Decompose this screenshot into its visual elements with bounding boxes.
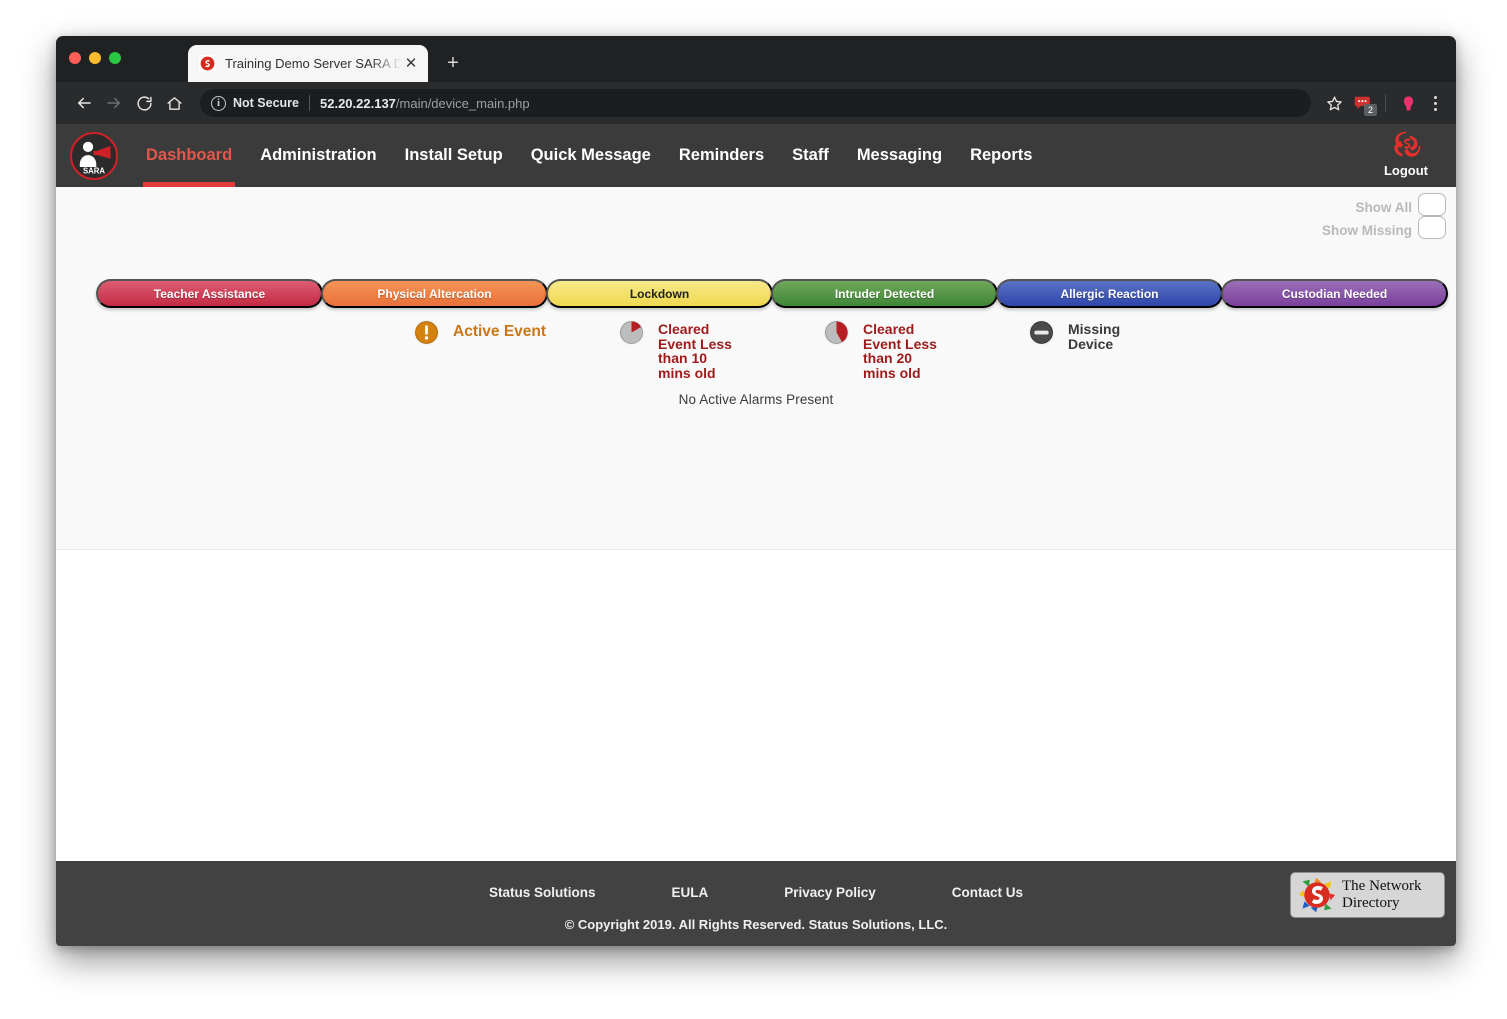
url-path: /main/device_main.php	[395, 95, 530, 111]
filter-checkboxes	[1418, 193, 1446, 239]
browser-tab-title: Training Demo Server SARA Da	[225, 56, 402, 71]
alarm-button-lockdown[interactable]: Lockdown	[546, 279, 773, 308]
alarm-button-intruder-detected[interactable]: Intruder Detected	[771, 279, 998, 308]
footer-links: Status Solutions EULA Privacy Policy Con…	[489, 885, 1023, 900]
home-icon[interactable]	[160, 89, 188, 117]
maximize-window-button[interactable]	[109, 52, 121, 64]
cleared-under-20-min-icon	[823, 319, 850, 346]
legend-label-missing-device: Missing Device	[1068, 321, 1121, 352]
browser-tab[interactable]: Training Demo Server SARA Da ✕	[188, 45, 428, 82]
status-solutions-swirl-icon	[1394, 131, 1421, 157]
show-missing-label: Show Missing	[1321, 223, 1412, 238]
legend-item-missing-device: Missing Device	[1028, 319, 1120, 351]
page-content: SARA Dashboard Administration Install Se…	[56, 124, 1456, 946]
reload-icon[interactable]	[130, 89, 158, 117]
extension-badge-count: 2	[1364, 104, 1377, 116]
sara-swirl-icon	[199, 55, 216, 72]
empty-content-area	[56, 550, 1456, 861]
alarm-button-teacher-assistance[interactable]: Teacher Assistance	[96, 279, 323, 308]
footer-link-status-solutions[interactable]: Status Solutions	[489, 885, 596, 900]
legend-item-cleared-20: Cleared Event Less than 20 mins old	[823, 319, 937, 380]
footer-link-privacy-policy[interactable]: Privacy Policy	[784, 885, 876, 900]
footer-link-eula[interactable]: EULA	[671, 885, 708, 900]
show-all-checkbox[interactable]	[1418, 193, 1446, 216]
page-footer: Status Solutions EULA Privacy Policy Con…	[56, 861, 1456, 946]
address-bar[interactable]: i Not Secure 52.20.22.137/main/device_ma…	[200, 89, 1311, 117]
svg-text:SARA: SARA	[83, 166, 105, 175]
copyright-text: © Copyright 2019. All Rights Reserved. S…	[564, 917, 948, 932]
footer-link-contact-us[interactable]: Contact Us	[952, 885, 1023, 900]
filter-controls: Show All Show Missing	[1322, 193, 1446, 242]
alarm-button-row: Teacher Assistance Physical Altercation …	[96, 279, 1448, 308]
legend-item-cleared-10: Cleared Event Less than 10 mins old	[618, 319, 732, 380]
nav-item-reminders[interactable]: Reminders	[665, 124, 778, 187]
browser-toolbar: i Not Secure 52.20.22.137/main/device_ma…	[56, 82, 1456, 124]
alarm-button-allergic-reaction[interactable]: Allergic Reaction	[996, 279, 1223, 308]
toolbar-divider	[1385, 94, 1386, 112]
nav-item-administration[interactable]: Administration	[246, 124, 390, 187]
alarm-button-physical-altercation[interactable]: Physical Altercation	[321, 279, 548, 308]
browser-tab-strip: Training Demo Server SARA Da ✕ +	[56, 36, 1456, 82]
legend-label-cleared-20: Cleared Event Less than 20 mins old	[863, 321, 937, 381]
kebab-menu-icon[interactable]	[1424, 90, 1446, 116]
nav-item-install-setup[interactable]: Install Setup	[391, 124, 517, 187]
forward-arrow-icon	[100, 89, 128, 117]
logout-label: Logout	[1383, 163, 1429, 178]
star-icon[interactable]	[1321, 90, 1347, 116]
show-missing-checkbox[interactable]	[1418, 216, 1446, 239]
nav-item-messaging[interactable]: Messaging	[843, 124, 956, 187]
missing-device-icon	[1028, 319, 1055, 346]
nav-item-reports[interactable]: Reports	[956, 124, 1046, 187]
the-network-directory-logo[interactable]: The Network Directory	[1290, 872, 1445, 918]
dashboard-panel: Show All Show Missing Teacher Assistance…	[56, 187, 1456, 550]
cleared-under-10-min-icon	[618, 319, 645, 346]
status-message: No Active Alarms Present	[678, 392, 834, 407]
filter-labels: Show All Show Missing	[1322, 193, 1412, 242]
new-tab-button[interactable]: +	[440, 50, 466, 76]
nav-item-quick-message[interactable]: Quick Message	[517, 124, 665, 187]
network-directory-pinwheel-icon	[1298, 877, 1336, 913]
back-arrow-icon[interactable]	[70, 89, 98, 117]
legend-label-active-event: Active Event	[453, 323, 547, 340]
status-legend: Active Event Cleared Event Less than 10 …	[56, 319, 1456, 399]
info-icon[interactable]: i	[211, 95, 226, 111]
security-status-label: Not Secure	[233, 96, 299, 110]
main-nav: Dashboard Administration Install Setup Q…	[132, 124, 1046, 187]
pin-extension-icon[interactable]	[1394, 90, 1422, 116]
omnibox-divider	[309, 95, 310, 111]
show-all-label: Show All	[1355, 200, 1413, 215]
sara-logo[interactable]: SARA	[70, 131, 118, 180]
network-directory-label: The Network Directory	[1342, 878, 1422, 911]
active-event-icon	[413, 319, 440, 346]
nav-item-dashboard[interactable]: Dashboard	[132, 124, 246, 187]
close-icon[interactable]: ✕	[402, 55, 420, 73]
window-traffic-lights	[69, 52, 121, 64]
speech-bubble-extension-icon[interactable]: 2	[1349, 90, 1377, 116]
legend-item-active-event: Active Event	[413, 319, 546, 346]
logout-button[interactable]: Logout	[1376, 130, 1436, 178]
alarm-button-custodian-needed[interactable]: Custodian Needed	[1221, 279, 1448, 308]
url-text: 52.20.22.137/main/device_main.php	[320, 96, 530, 111]
app-navigation-bar: SARA Dashboard Administration Install Se…	[56, 124, 1456, 187]
browser-window: Training Demo Server SARA Da ✕ + i Not S…	[56, 36, 1456, 946]
nav-item-staff[interactable]: Staff	[778, 124, 843, 187]
url-host: 52.20.22.137	[320, 95, 396, 111]
close-window-button[interactable]	[69, 52, 81, 64]
legend-label-cleared-10: Cleared Event Less than 10 mins old	[658, 321, 732, 381]
minimize-window-button[interactable]	[89, 52, 101, 64]
